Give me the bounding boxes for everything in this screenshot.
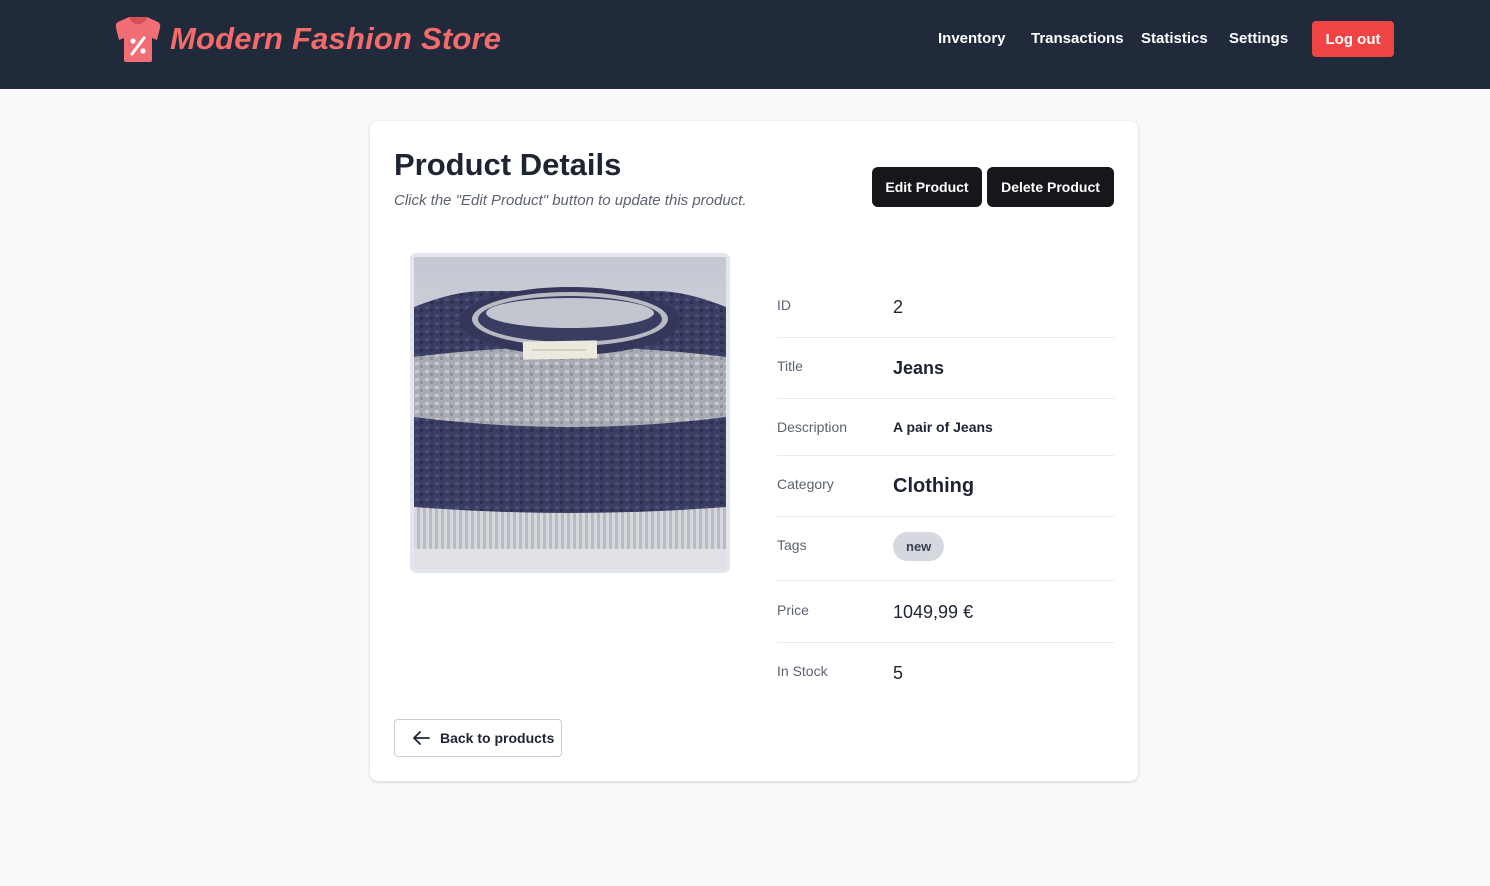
field-value-id: 2 [893, 297, 904, 317]
field-value-category: Clothing [893, 475, 975, 497]
field-label-stock: In Stock [777, 663, 828, 679]
field-value-description: A pair of Jeans [893, 419, 993, 435]
striped-sweater-photo-icon [414, 257, 726, 569]
nav-inventory[interactable]: Inventory [938, 30, 1006, 47]
brand-logo[interactable]: Modern Fashion Store [114, 14, 501, 64]
field-value-price: 1049,99 € [893, 602, 974, 622]
product-image [410, 253, 730, 573]
divider [777, 516, 1114, 517]
top-navbar: Modern Fashion Store Inventory Transacti… [0, 0, 1490, 89]
delete-product-button[interactable]: Delete Product [987, 167, 1114, 207]
field-label-price: Price [777, 602, 809, 618]
field-label-category: Category [777, 476, 834, 492]
nav-transactions[interactable]: Transactions [1031, 30, 1124, 47]
divider [777, 455, 1114, 456]
brand-name: Modern Fashion Store [170, 21, 502, 56]
back-button-label: Back to products [440, 730, 555, 746]
nav-statistics[interactable]: Statistics [1141, 30, 1208, 47]
divider [777, 642, 1114, 643]
divider [777, 580, 1114, 581]
field-label-description: Description [777, 419, 848, 435]
divider [777, 337, 1114, 338]
field-label-tags: Tags [777, 537, 807, 553]
logout-button[interactable]: Log out [1312, 21, 1394, 57]
edit-product-button[interactable]: Edit Product [872, 167, 982, 207]
nav-settings[interactable]: Settings [1229, 30, 1288, 47]
page-subtitle: Click the "Edit Product" button to updat… [394, 192, 747, 209]
shirt-discount-icon [115, 17, 161, 62]
field-value-title: Jeans [893, 358, 945, 378]
field-value-stock: 5 [893, 663, 904, 683]
divider [777, 398, 1114, 399]
field-label-title: Title [777, 358, 803, 374]
tag-badge: new [893, 532, 945, 561]
page-title: Product Details [394, 147, 622, 182]
product-details-card: Product Details Click the "Edit Product"… [370, 121, 1138, 781]
back-to-products-button[interactable]: Back to products [394, 719, 562, 757]
field-label-id: ID [777, 297, 791, 313]
arrow-left-icon [413, 731, 430, 745]
